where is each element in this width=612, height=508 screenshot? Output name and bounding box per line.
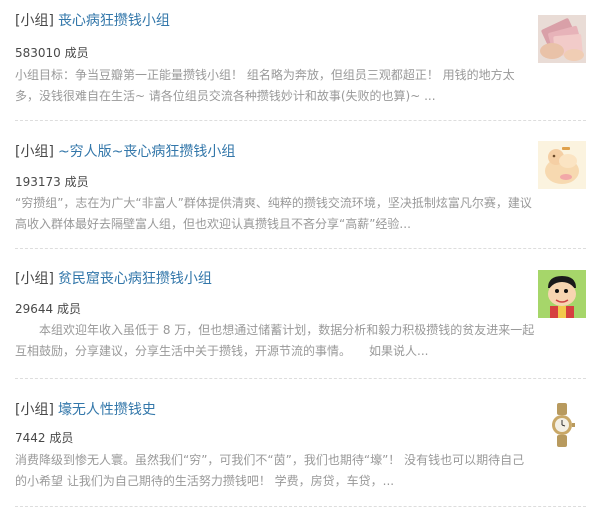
- group-title: [小组] 壕无人性攒钱史: [15, 401, 156, 419]
- group-name-link[interactable]: 壕无人性攒钱史: [58, 402, 156, 418]
- group-type-tag: [小组]: [15, 271, 54, 287]
- group-search-results: [小组] 丧心病狂攒钱小组 583010 成员 小组目标：争当豆瓣第一正能量攒钱小…: [0, 0, 612, 508]
- group-thumbnail-cartoon[interactable]: [538, 270, 586, 318]
- group-description: 消费降级到惨无人寰。虽然我们“穷”，可我们不“茵”，我们也期待“壕”！ 没有钱也…: [15, 453, 525, 488]
- result-divider: [15, 506, 586, 507]
- group-title: [小组] 丧心病狂攒钱小组: [15, 12, 170, 30]
- group-thumbnail-watch[interactable]: [538, 401, 586, 449]
- group-description: 本组欢迎年收入虽低于 8 万，但也想通过储蓄计划，数据分析和毅力积极攒钱的贫友进…: [15, 323, 535, 358]
- group-name-link[interactable]: ~穷人版~丧心病狂攒钱小组: [58, 144, 235, 160]
- group-type-tag: [小组]: [15, 402, 54, 418]
- group-type-tag: [小组]: [15, 144, 54, 160]
- result-divider: [15, 120, 586, 121]
- group-title: [小组] ~穷人版~丧心病狂攒钱小组: [15, 143, 235, 161]
- group-title: [小组] 贫民窟丧心病狂攒钱小组: [15, 270, 212, 288]
- group-description: “穷攒组”，志在为广大“非富人”群体提供清爽、纯粹的攒钱交流环境，坚决抵制炫富凡…: [15, 196, 532, 231]
- member-count: 7442 成员: [15, 431, 74, 445]
- group-name-link[interactable]: 丧心病狂攒钱小组: [58, 13, 170, 29]
- group-description: 小组目标：争当豆瓣第一正能量攒钱小组！ 组名略为奔放，但组员三观都超正！ 用钱的…: [15, 68, 515, 103]
- member-count: 193173 成员: [15, 175, 89, 189]
- member-count: 29644 成员: [15, 302, 81, 316]
- group-type-tag: [小组]: [15, 13, 54, 29]
- result-divider: [15, 378, 586, 379]
- group-thumbnail-piggy[interactable]: [538, 141, 586, 189]
- result-divider: [15, 248, 586, 249]
- member-count: 583010 成员: [15, 46, 89, 60]
- group-thumbnail-money[interactable]: [538, 15, 586, 63]
- group-name-link[interactable]: 贫民窟丧心病狂攒钱小组: [58, 271, 212, 287]
